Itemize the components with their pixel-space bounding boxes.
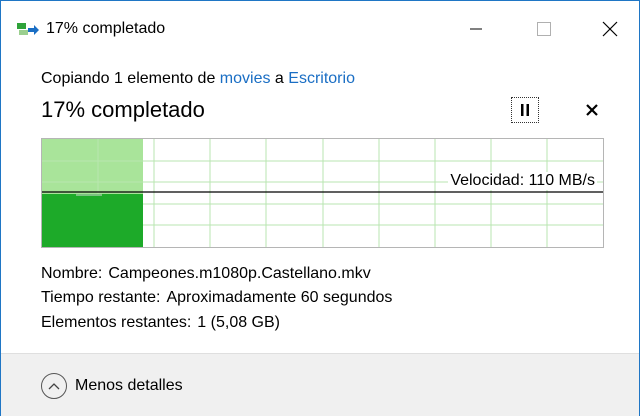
items-remaining-value: 1 (5,08 GB) <box>197 314 280 331</box>
window-title: 17% completado <box>46 20 166 37</box>
maximize-button[interactable] <box>521 1 567 57</box>
file-name-label: Nombre: <box>41 265 103 282</box>
copy-connector: a <box>270 70 289 87</box>
cancel-icon <box>586 104 598 116</box>
pause-icon <box>521 104 529 116</box>
copy-progress-icon <box>17 23 39 35</box>
items-remaining-row: Elementos restantes: 1 (5,08 GB) <box>41 314 280 332</box>
file-name-value: Campeones.m1080p.Castellano.mkv <box>108 265 371 282</box>
less-details-label: Menos detalles <box>75 377 183 394</box>
progress-title: 17% completado <box>41 97 205 122</box>
items-remaining-label: Elementos restantes: <box>41 314 192 331</box>
speed-label: Velocidad: 110 MB/s <box>448 172 597 190</box>
file-name-row: Nombre: Campeones.m1080p.Castellano.mkv <box>41 265 371 283</box>
less-details-button[interactable]: Menos detalles <box>41 373 183 399</box>
time-remaining-row: Tiempo restante: Aproximadamente 60 segun… <box>41 289 392 307</box>
copy-description: Copiando 1 elemento de movies a Escritor… <box>41 70 355 88</box>
chevron-up-icon <box>41 373 67 399</box>
pause-button[interactable] <box>511 97 539 123</box>
close-icon <box>602 21 618 37</box>
copy-dialog-window: 17% completado Copiando 1 elemento de mo… <box>0 0 640 416</box>
copy-prefix: Copiando 1 elemento de <box>41 70 220 87</box>
footer-bar: Menos detalles <box>1 353 639 416</box>
minimize-button[interactable] <box>453 1 499 57</box>
destination-folder-link[interactable]: Escritorio <box>288 70 355 87</box>
speed-graph: Velocidad: 110 MB/s <box>41 138 604 248</box>
time-remaining-value: Aproximadamente 60 segundos <box>166 289 393 306</box>
maximize-icon <box>537 22 551 36</box>
cancel-button[interactable] <box>581 99 603 121</box>
speed-area <box>42 194 143 247</box>
title-bar[interactable]: 17% completado <box>1 1 639 57</box>
minimize-icon <box>470 28 482 30</box>
speed-graph-canvas <box>42 139 603 247</box>
time-remaining-label: Tiempo restante: <box>41 289 161 306</box>
close-window-button[interactable] <box>587 1 633 57</box>
source-folder-link[interactable]: movies <box>220 70 271 87</box>
